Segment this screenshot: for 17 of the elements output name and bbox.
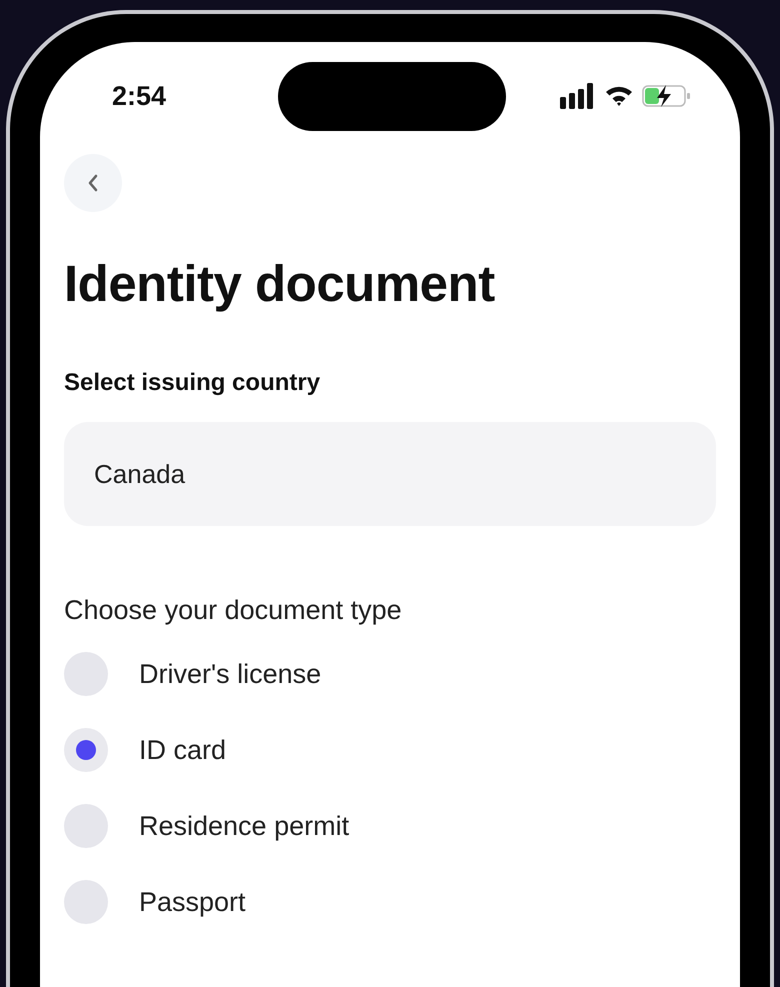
option-label: ID card [139,734,226,767]
chevron-left-icon [87,174,99,192]
radio-button[interactable] [64,652,108,696]
document-type-label: Choose your document type [64,594,403,626]
status-time: 2:54 [112,80,168,113]
page-title: Identity document [64,254,496,314]
option-label: Residence permit [139,810,350,843]
radio-button[interactable] [64,804,108,848]
radio-button[interactable] [64,880,108,924]
signal-icon [560,83,596,109]
radio-button[interactable] [64,728,108,772]
country-select[interactable]: Canada [64,422,716,526]
option-label: Passport [139,886,246,919]
wifi-icon [604,84,634,108]
battery-charging-icon [642,84,692,108]
option-label: Driver's license [139,658,322,691]
country-label: Select issuing country [64,368,322,398]
